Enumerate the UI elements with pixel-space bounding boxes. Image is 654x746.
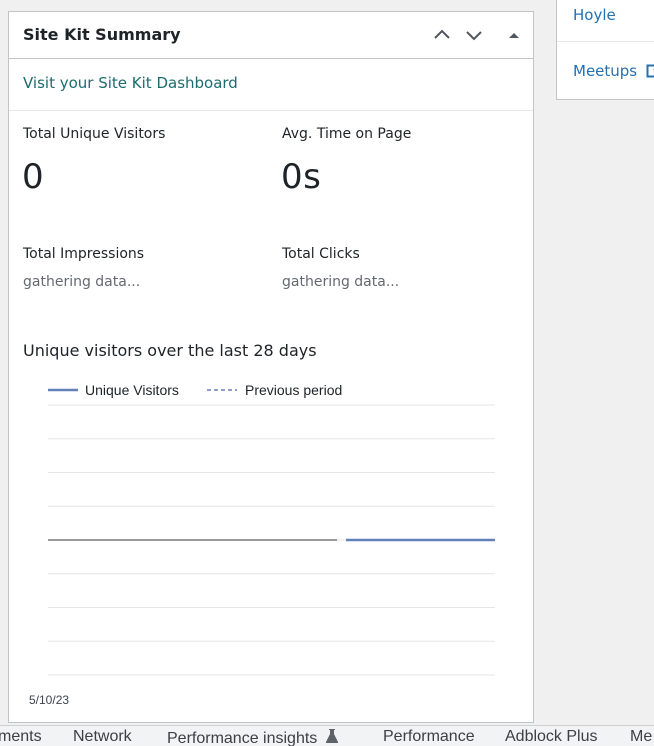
devtools-tab-bar: ments Network Performance insights Perfo… [0,725,654,746]
metric-value-unique-visitors: 0 [22,157,45,197]
side-link-hoyle[interactable]: Hoyle [573,6,616,24]
move-up-button[interactable] [430,23,454,47]
devtools-tab-adblock-plus[interactable]: Adblock Plus [505,728,598,746]
chevron-down-icon [466,31,482,41]
devtools-tab-performance-insights-label: Performance insights [167,730,318,746]
metric-label-unique-visitors: Total Unique Visitors [23,126,166,142]
metric-value-impressions: gathering data... [23,274,141,290]
legend-label-previous-period: Previous period [245,382,342,398]
devtools-tab-elements[interactable]: ments [0,728,42,746]
metric-value-avg-time: 0s [281,157,322,197]
devtools-tab-memory[interactable]: Me [630,728,652,746]
divider [557,41,654,42]
chevron-up-icon [434,29,450,39]
devtools-tab-network[interactable]: Network [73,728,132,746]
metric-label-clicks: Total Clicks [282,246,360,262]
site-kit-summary-widget: Site Kit Summary Visit your Site Kit Das… [8,11,534,723]
move-down-button[interactable] [462,23,486,47]
triangle-up-icon [509,33,519,38]
unique-visitors-chart: Unique Visitors Previous period 5/10/23 [29,382,495,707]
metric-label-avg-time: Avg. Time on Page [282,126,412,142]
x-tick-label: 5/10/23 [29,693,69,707]
widget-header: Site Kit Summary [9,12,533,59]
devtools-tab-performance[interactable]: Performance [383,728,475,746]
dashboard-link-row: Visit your Site Kit Dashboard [9,59,533,111]
site-kit-dashboard-link[interactable]: Visit your Site Kit Dashboard [23,74,238,92]
legend-label-unique-visitors: Unique Visitors [85,382,179,398]
external-link-icon [646,64,654,78]
chart-title: Unique visitors over the last 28 days [23,341,317,360]
side-link-meetups-label: Meetups [573,62,638,80]
side-link-meetups[interactable]: Meetups [573,62,654,80]
devtools-tab-performance-insights[interactable]: Performance insights [167,728,339,746]
metric-value-clicks: gathering data... [282,274,400,290]
widget-title: Site Kit Summary [23,25,181,44]
side-panel: Hoyle Meetups [556,0,654,100]
metric-label-impressions: Total Impressions [23,246,145,262]
flask-icon [325,729,338,743]
collapse-toggle-button[interactable] [502,23,526,47]
